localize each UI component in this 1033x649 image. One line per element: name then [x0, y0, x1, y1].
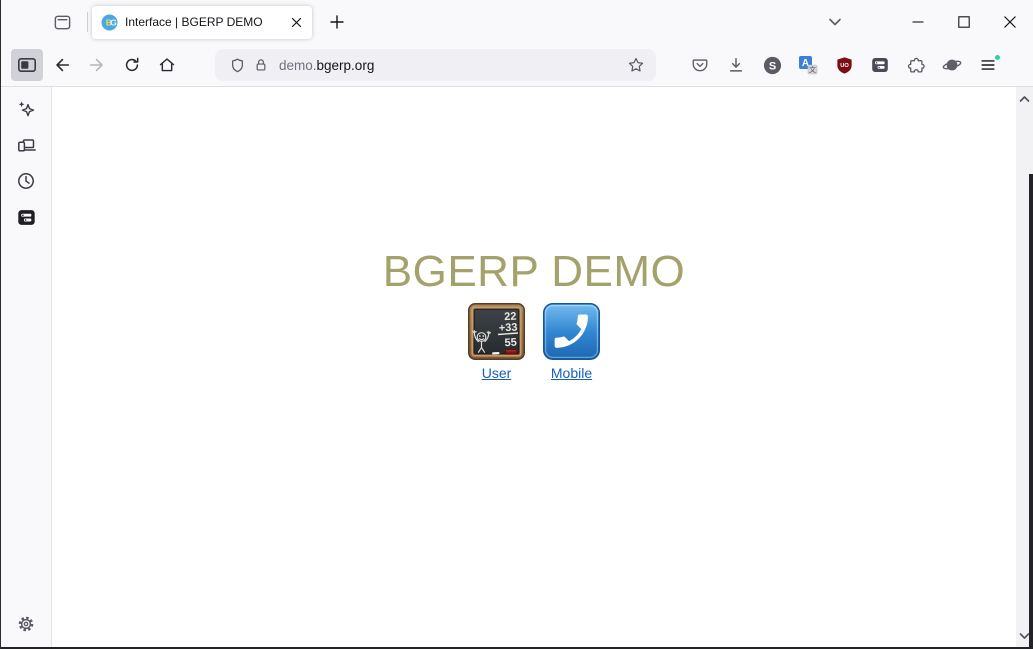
window-close-icon	[1004, 16, 1016, 28]
translate-extension-button[interactable]: A 文	[793, 50, 823, 80]
navigation-toolbar: demo.bgerp.org	[1, 44, 1033, 87]
scroll-up-icon	[1019, 95, 1030, 103]
url-subdomain: demo.	[279, 58, 317, 73]
ai-chatbot-button[interactable]	[9, 92, 43, 126]
svg-text:55: 55	[504, 337, 517, 350]
new-tab-button[interactable]	[322, 7, 352, 37]
back-icon	[53, 56, 71, 74]
reload-icon	[123, 56, 141, 74]
firefox-view-button[interactable]	[47, 7, 77, 37]
pocket-button[interactable]	[685, 50, 715, 80]
svg-text:+33: +33	[499, 322, 518, 335]
ublock-icon: UO	[835, 56, 854, 75]
home-icon	[158, 56, 176, 74]
window-close-button[interactable]	[987, 0, 1033, 44]
s-extension-button[interactable]: S	[757, 50, 787, 80]
user-launcher: 22 +33 55	[467, 303, 527, 381]
page-content: BGERP DEMO	[52, 87, 1016, 647]
download-icon	[727, 56, 745, 74]
gear-icon	[16, 614, 36, 634]
back-button[interactable]	[46, 49, 78, 81]
tab-title: Interface | BGERP DEMO	[125, 15, 286, 29]
sidebar-toggle-icon	[17, 55, 37, 75]
list-tabs-chevron-icon	[827, 14, 843, 30]
forward-button[interactable]	[81, 49, 113, 81]
ublock-button[interactable]: UO	[829, 50, 859, 80]
synced-tabs-icon	[16, 135, 37, 156]
window-right-edge	[1029, 174, 1033, 647]
svg-text:G: G	[110, 17, 117, 27]
cards-extension-button[interactable]	[865, 50, 895, 80]
url-bar[interactable]: demo.bgerp.org	[215, 49, 656, 81]
sidebar-settings-button[interactable]	[9, 607, 43, 641]
mobile-launcher: Mobile	[542, 303, 602, 381]
minimize-button[interactable]	[895, 0, 941, 44]
browser-body: BGERP DEMO	[1, 87, 1033, 647]
tracking-protection-button[interactable]	[225, 53, 249, 77]
firefox-view-icon	[53, 13, 72, 32]
site-favicon: B G	[101, 14, 118, 31]
planet-icon	[942, 55, 962, 75]
shield-icon	[229, 57, 246, 74]
bookmark-button[interactable]	[624, 53, 648, 77]
menu-button[interactable]	[973, 50, 1003, 80]
maximize-icon	[958, 16, 970, 28]
sidebar	[1, 87, 52, 647]
toolbar-extensions-area: S A 文 UO	[685, 50, 1003, 80]
star-icon	[627, 56, 645, 74]
tab-close-button[interactable]	[286, 12, 306, 32]
chalkboard-icon: 22 +33 55	[468, 303, 525, 360]
svg-text:UO: UO	[840, 63, 849, 69]
url-text[interactable]: demo.bgerp.org	[279, 58, 624, 73]
maximize-button[interactable]	[941, 0, 987, 44]
browser-tab[interactable]: B G Interface | BGERP DEMO	[92, 6, 312, 39]
cards-extension-sidebar-button[interactable]	[9, 200, 43, 234]
pocket-icon	[691, 56, 709, 74]
downloads-button[interactable]	[721, 50, 751, 80]
home-button[interactable]	[151, 49, 183, 81]
new-tab-icon	[329, 14, 345, 30]
site-security-button[interactable]	[249, 53, 273, 77]
s-extension-icon: S	[763, 56, 782, 75]
phone-icon	[543, 303, 600, 360]
user-link[interactable]: User	[482, 365, 512, 381]
svg-text:S: S	[768, 60, 775, 72]
cards-extension-icon	[870, 55, 890, 75]
scroll-up-button[interactable]	[1018, 92, 1031, 105]
translate-icon: A 文	[798, 55, 818, 75]
planet-extension-button[interactable]	[937, 50, 967, 80]
svg-text:文: 文	[809, 65, 816, 74]
mobile-link[interactable]: Mobile	[551, 365, 592, 381]
cards-extension-icon	[16, 207, 37, 228]
ai-sparkle-icon	[16, 99, 36, 119]
synced-tabs-button[interactable]	[9, 128, 43, 162]
history-button[interactable]	[9, 164, 43, 198]
extensions-button[interactable]	[901, 50, 931, 80]
url-domain: bgerp.org	[317, 58, 375, 73]
mobile-launcher-icon-link[interactable]	[543, 303, 600, 360]
reload-button[interactable]	[116, 49, 148, 81]
browser-window: B G Interface | BGERP DEMO	[0, 0, 1033, 649]
minimize-icon	[912, 16, 924, 28]
titlebar: B G Interface | BGERP DEMO	[1, 0, 1033, 44]
puzzle-icon	[907, 56, 926, 75]
update-badge	[994, 54, 1001, 61]
user-launcher-icon-link[interactable]: 22 +33 55	[468, 303, 525, 360]
tab-separator	[87, 12, 88, 32]
tab-close-icon	[291, 17, 302, 28]
sidebar-toggle-button[interactable]	[11, 49, 43, 81]
forward-icon	[88, 56, 106, 74]
list-all-tabs-button[interactable]	[820, 7, 850, 37]
history-clock-icon	[16, 171, 36, 191]
lock-icon	[253, 57, 269, 73]
page-title: BGERP DEMO	[52, 250, 1016, 294]
launcher-row: 22 +33 55	[52, 303, 1016, 381]
